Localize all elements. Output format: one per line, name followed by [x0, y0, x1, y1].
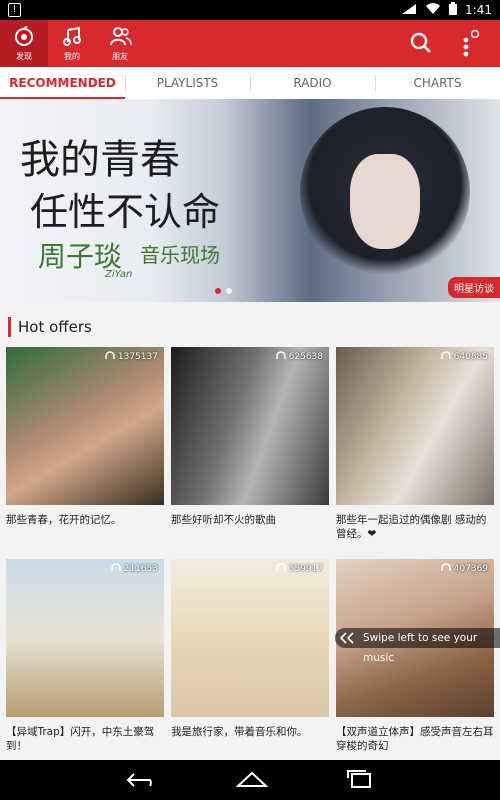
- play-count: 1375137: [117, 352, 158, 362]
- headphones-icon: [110, 563, 121, 575]
- app-bar: 发现 我的 朋友: [0, 20, 500, 67]
- playlist-caption: 那些年一起追过的偶像剧 感动的曾经。❤: [336, 514, 487, 540]
- playlist-card[interactable]: 625638 那些好听却不火的歌曲: [171, 347, 329, 527]
- tab-recommended[interactable]: RECOMMENDED: [0, 67, 125, 100]
- nav-discover[interactable]: 发现: [0, 20, 48, 67]
- nav-friends-label: 朋友: [112, 52, 128, 61]
- nav-my-music-label: 我的: [64, 52, 80, 61]
- tab-charts[interactable]: CHARTS: [375, 67, 500, 99]
- content-tabs: RECOMMENDED PLAYLISTS RADIO CHARTS: [0, 67, 500, 100]
- headphones-icon: [275, 351, 286, 363]
- headphones-icon: [275, 563, 286, 575]
- banner-subtitle: 音乐现场: [140, 243, 220, 267]
- nav-friends[interactable]: 朋友: [96, 20, 144, 67]
- battery-icon: [449, 2, 458, 18]
- tab-radio[interactable]: RADIO: [250, 67, 375, 99]
- banner-title-line2: 任性不认命: [30, 190, 221, 234]
- headphones-icon: [440, 351, 451, 363]
- discover-icon: [15, 26, 33, 46]
- playlist-card[interactable]: 640885 那些年一起追过的偶像剧 感动的曾经。❤: [336, 347, 494, 541]
- wifi-icon: [425, 2, 441, 18]
- status-bar: ! 1:41: [0, 0, 500, 20]
- playlist-caption: 我是旅行家，带着音乐和你。: [171, 726, 308, 738]
- playlist-card[interactable]: 407369 【双声道立体声】感受声音左右耳穿梭的奇幻: [336, 559, 494, 753]
- playlist-card[interactable]: 1375137 那些青春，花开的记忆。: [6, 347, 164, 527]
- section-title: Hot offers: [8, 317, 92, 337]
- nav-my-music[interactable]: 我的: [48, 20, 96, 67]
- double-chevron-left-icon: [339, 628, 357, 648]
- friends-icon: [110, 27, 132, 46]
- playlist-caption: 那些青春，花开的记忆。: [6, 514, 122, 526]
- playlist-cover: 1375137: [6, 347, 164, 505]
- playlist-caption: 【异域Trap】闪开，中东土豪驾到！: [6, 726, 155, 752]
- carousel-indicator: [215, 288, 232, 294]
- banner-artist-en: ZiYan: [105, 269, 133, 280]
- playlist-cover: 211653: [6, 559, 164, 717]
- search-icon[interactable]: [410, 32, 432, 58]
- tab-playlists[interactable]: PLAYLISTS: [125, 67, 250, 99]
- clock: 1:41: [465, 3, 492, 17]
- playlist-caption: 那些好听却不火的歌曲: [171, 514, 276, 526]
- playlist-cover: 625638: [171, 347, 329, 505]
- back-icon[interactable]: [126, 770, 158, 794]
- recent-apps-icon[interactable]: [344, 770, 376, 794]
- playlist-card[interactable]: 211653 【异域Trap】闪开，中东土豪驾到！: [6, 559, 164, 753]
- playlist-cover: 559917: [171, 559, 329, 717]
- playlist-caption: 【双声道立体声】感受声音左右耳穿梭的奇幻: [336, 726, 494, 752]
- play-count: 625638: [288, 352, 323, 362]
- music-note-icon: [63, 26, 81, 46]
- swipe-hint-text: Swipe left to see your music: [363, 632, 478, 664]
- signal-icon: [401, 3, 417, 18]
- headphones-icon: [440, 563, 451, 575]
- swipe-hint: Swipe left to see your music: [335, 628, 500, 664]
- system-nav-bar: [0, 760, 500, 800]
- play-count: 407369: [453, 564, 488, 574]
- banner-title-line1: 我的青春: [20, 137, 180, 183]
- more-options-icon[interactable]: [460, 29, 480, 63]
- home-icon[interactable]: [235, 770, 269, 794]
- notification-icon: !: [8, 3, 21, 17]
- playlist-card[interactable]: 559917 我是旅行家，带着音乐和你。: [171, 559, 329, 739]
- nav-discover-label: 发现: [16, 52, 32, 61]
- play-count: 559917: [288, 564, 323, 574]
- banner-carousel[interactable]: 我的青春 任性不认命 周子琰 ZiYan 音乐现场 明星访谈: [0, 99, 500, 302]
- playlist-cover: 640885: [336, 347, 494, 505]
- headphones-icon: [105, 351, 115, 363]
- banner-tag[interactable]: 明星访谈: [448, 277, 500, 298]
- play-count: 640885: [453, 352, 488, 362]
- play-count: 211653: [123, 564, 158, 574]
- hot-offers-section: Hot offers 1375137 那些青春，花开的记忆。 625638 那些…: [0, 303, 500, 759]
